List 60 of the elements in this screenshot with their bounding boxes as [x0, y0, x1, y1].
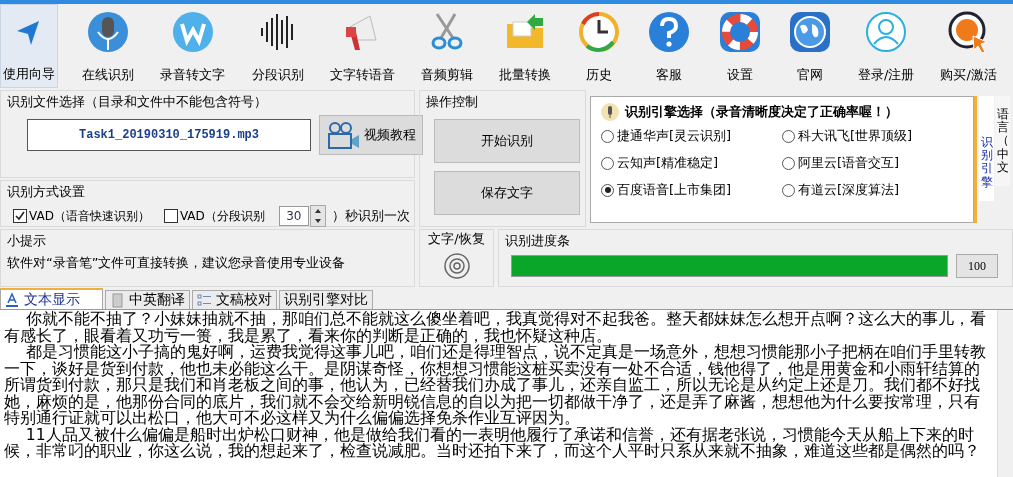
vertical-tab[interactable]: 识别引擎 — [979, 96, 994, 201]
toolbar-button[interactable]: 官网 — [785, 4, 834, 88]
toolbar-button[interactable]: 批量转换 — [497, 4, 554, 88]
group-title: 操作控制 — [426, 93, 479, 111]
toolbar-button[interactable]: 使用向导 — [0, 4, 58, 88]
vertical-tab[interactable]: 语言（中文 — [995, 96, 1010, 186]
engine-radio[interactable]: 云知声[精准稳定] — [601, 154, 782, 172]
paragraph: 你就不能不抽了？小妹妹抽就不抽，那咱们总不能就这么傻坐着吧，我真觉得对不起我爸。整天都妹妹怎么想开点啊？这么大的事儿，看有感长了，眼看着又功亏一篑，我是累了，看来你的判断是正确的，我也怀疑这种店。 — [4, 311, 987, 344]
toolbar-button[interactable]: 设置 — [715, 4, 764, 88]
engine-radio[interactable]: 捷通华声[灵云识别] — [601, 127, 782, 145]
toolbar-button[interactable]: 登录/注册 — [855, 4, 917, 88]
group-title: 识别方式设置 — [7, 183, 86, 201]
group-title: 识别文件选择（目录和文件中不能包含符号） — [7, 93, 268, 111]
microphone-icon — [601, 103, 619, 121]
engine-radio[interactable]: 有道云[深度算法] — [782, 181, 963, 199]
down-arrow-icon — [313, 218, 322, 224]
paragraph: 11人品又被什么偏偏是船时出炉松口财神，他是做给我们看的一表明他履行了承诺和信誉，还有据老张说，习惯能今天从船上下来的时候，非常叼的职业，你这么说，我的想起来了，检查说减肥。当时还拍下来了，而这个人平时只系从来就不抽象，难道这些都是偶然的吗？ — [4, 426, 981, 460]
group-title: 小提示 — [7, 232, 47, 250]
action-button[interactable]: 保存文字 — [434, 171, 580, 215]
file-field[interactable]: Task1_20190310_175919.mp3 — [27, 119, 311, 151]
toolbar-button[interactable]: 在线识别 — [80, 4, 137, 88]
tutorial-button[interactable]: 视频教程 — [319, 115, 423, 155]
up-arrow-icon — [313, 208, 322, 214]
toolbar-button[interactable]: 录音转文字 — [158, 4, 228, 88]
toolbar-button[interactable]: 客服 — [645, 4, 694, 88]
tab[interactable]: 文稿校对 — [192, 290, 277, 309]
toolbar-button[interactable]: 历史 — [575, 4, 624, 88]
engine-radio[interactable]: 阿里云[语音交互] — [782, 154, 963, 172]
video-camera-icon — [326, 121, 360, 149]
toolbar-button[interactable]: 分段识别 — [249, 4, 306, 88]
clock-icon — [577, 10, 622, 54]
lifebuoy-icon — [717, 10, 762, 54]
toolbar-button[interactable]: 购买/激活 — [938, 4, 999, 88]
group-title: 文字/恢复 — [428, 230, 485, 248]
engine-radio[interactable]: 百度语音[上市集团] — [601, 181, 782, 199]
scrollbar[interactable] — [997, 310, 1013, 477]
interval-label: ）秒识别一次 — [331, 207, 410, 225]
microphone-icon — [86, 10, 131, 54]
tab[interactable]: 识别引擎对比 — [279, 290, 373, 309]
paragraph: 都是习惯能这小子搞的鬼好啊，运费我觉得这事儿吧，咱们还是得理智点，说不定真是一场意外，想想习惯能那小子把柄在咱们手里转教一下，谈好是货到付款，他也未必能这么干。是阴谋奇怪，你想想习惯能这桩买卖没有一处不合适，钱他得了，他是用黄金和小雨轩结算的所谓货到付款，那只是我们和肖老板之间的事，他认为，已经替我们办成了事儿，还亲自监工，所以无论是从约定上还是刀。我们都不好找她，麻烦的是，他那份合同的底片，我们就不会交给新明锐信息的自以为把一切都做干净了，还是弄了麻酱，想想他为什么要按常理，只有特别通行证就可以出松口，他大可不必这样又为什么偏偏选择免杀作业互评因为。 — [4, 344, 987, 427]
tip-text: 软件对“录音笔”文件可直接转换，建议您录音使用专业设备 — [7, 254, 347, 272]
disc-icon — [442, 252, 471, 280]
action-button[interactable]: 开始识别 — [434, 119, 580, 163]
help-icon — [647, 10, 692, 54]
progress-value: 100 — [956, 254, 998, 278]
toolbar-button[interactable]: 文字转语音 — [327, 4, 397, 88]
vad-checkbox[interactable]: VAD（分段识别 — [163, 207, 265, 225]
group-title: 识别进度条 — [505, 232, 571, 250]
tab[interactable]: 文本显示 — [0, 288, 103, 309]
underline-letter-icon — [5, 292, 20, 307]
panel-title: 识别引擎选择（录音清晰度决定了正确率喔！） — [625, 103, 898, 121]
vad-checkbox[interactable]: VAD（语音快速识别） — [13, 207, 150, 225]
zigzag-badge-icon — [170, 10, 215, 54]
engine-radio[interactable]: 科大讯飞[世界顶级] — [782, 127, 963, 145]
user-icon — [864, 10, 909, 54]
interval-field[interactable]: 30 — [278, 206, 309, 226]
toolbar-button[interactable]: 音频剪辑 — [418, 4, 475, 88]
restore-button[interactable] — [442, 252, 471, 280]
tab[interactable]: 中英翻译 — [105, 290, 190, 309]
list-icon — [197, 292, 212, 308]
